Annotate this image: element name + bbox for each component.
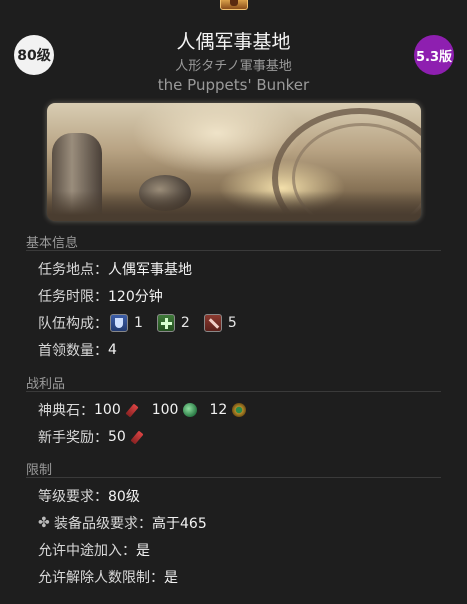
tank-icon bbox=[110, 314, 128, 332]
dps-count: 5 bbox=[227, 315, 237, 331]
row-tomestones: 神典石： 100 100 12 bbox=[38, 399, 258, 421]
party-label: 队伍构成： bbox=[38, 316, 108, 332]
novice-bonus-value: 50 bbox=[108, 429, 126, 445]
section-divider bbox=[26, 250, 441, 251]
section-header-basic: 基本信息 bbox=[26, 236, 79, 251]
unrestricted-party-label: 允许解除人数限制： bbox=[38, 570, 164, 586]
time-limit-value: 120分钟 bbox=[108, 289, 163, 305]
row-unrestricted-party: 允许解除人数限制： 是 bbox=[38, 566, 178, 588]
tomestone-value-green: 100 bbox=[151, 402, 179, 418]
row-location: 任务地点： 人偶军事基地 bbox=[38, 258, 192, 280]
row-item-level-requirement: ✤ 装备品级要求： 高于465 bbox=[38, 512, 207, 534]
row-level-requirement: 等级要求： 80级 bbox=[38, 485, 140, 507]
tomestone-label: 神典石： bbox=[38, 403, 94, 419]
level-requirement-label: 等级要求： bbox=[38, 489, 108, 505]
banner-ground bbox=[47, 191, 421, 221]
join-in-progress-value: 是 bbox=[136, 543, 150, 559]
row-novice-bonus: 新手奖励： 50 bbox=[38, 426, 157, 448]
novice-bonus-label: 新手奖励： bbox=[38, 430, 108, 446]
unrestricted-party-value: 是 bbox=[164, 570, 178, 586]
location-label: 任务地点： bbox=[38, 262, 108, 278]
level-requirement-value: 80级 bbox=[108, 489, 140, 505]
tank-count: 1 bbox=[134, 315, 143, 331]
healer-icon bbox=[156, 314, 175, 332]
row-time-limit: 任务时限： 120分钟 bbox=[38, 285, 163, 307]
item-level-value: 高于465 bbox=[152, 516, 207, 532]
location-value: 人偶军事基地 bbox=[108, 262, 192, 278]
red-tomestone-icon bbox=[126, 403, 140, 417]
duty-subtitle-japanese: 人形タチノ軍事基地 bbox=[175, 59, 292, 74]
healer-count: 2 bbox=[180, 315, 190, 331]
section-divider bbox=[26, 477, 441, 478]
tomestone-value-gold: 12 bbox=[209, 402, 228, 418]
duty-banner-image bbox=[47, 103, 421, 221]
row-join-in-progress: 允许中途加入： 是 bbox=[38, 539, 150, 561]
section-header-loot: 战利品 bbox=[26, 377, 66, 392]
red-tomestone-icon bbox=[131, 430, 145, 444]
duty-subtitle-english: the Puppets' Bunker bbox=[157, 76, 310, 94]
gold-tomestone-icon bbox=[232, 403, 247, 417]
boss-count-value: 4 bbox=[108, 342, 117, 358]
tomestone-value-red: 100 bbox=[94, 402, 121, 418]
boss-count-label: 首领数量： bbox=[38, 343, 108, 359]
duty-type-icon bbox=[220, 0, 248, 10]
row-party-composition: 队伍构成： 1 2 5 bbox=[38, 312, 251, 334]
puzzle-piece-icon: ✤ bbox=[38, 515, 50, 531]
time-limit-label: 任务时限： bbox=[38, 289, 108, 305]
duty-title: 人偶军事基地 bbox=[176, 31, 291, 53]
green-tomestone-icon bbox=[183, 403, 198, 417]
join-in-progress-label: 允许中途加入： bbox=[38, 543, 136, 559]
section-divider bbox=[26, 391, 441, 392]
row-boss-count: 首领数量： 4 bbox=[38, 339, 117, 361]
dps-icon bbox=[203, 314, 222, 332]
item-level-label: 装备品级要求： bbox=[54, 516, 152, 532]
section-header-limits: 限制 bbox=[26, 463, 53, 478]
